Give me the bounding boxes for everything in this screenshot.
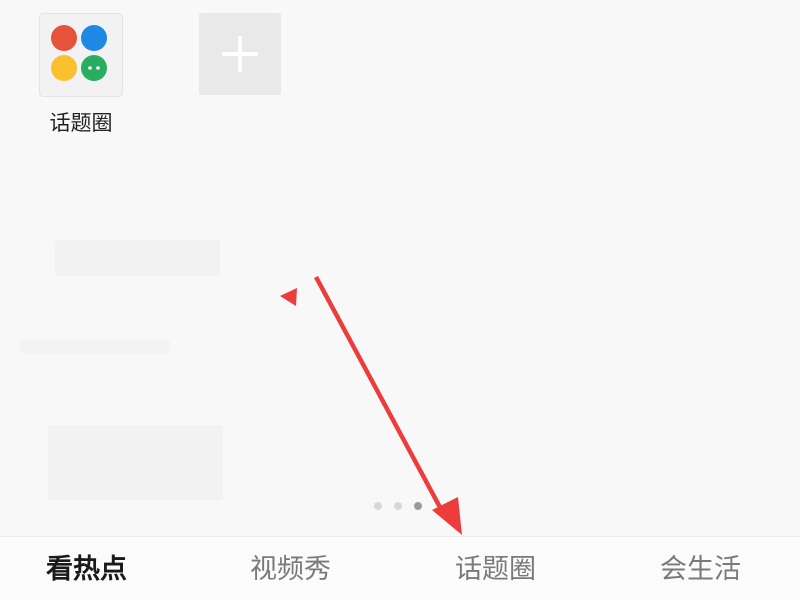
add-app-button[interactable] xyxy=(199,13,281,95)
screen: 话题圈 看热点 视频秀 话题圈 会生活 xyxy=(0,0,800,600)
pager-dot[interactable] xyxy=(374,502,382,510)
yellow-dot-icon xyxy=(51,55,77,81)
pager-dot-active[interactable] xyxy=(414,502,422,510)
tab-hot[interactable]: 看热点 xyxy=(46,553,127,587)
ghost-card xyxy=(48,425,223,500)
ghost-line xyxy=(20,340,170,354)
carousel-pager xyxy=(372,500,432,512)
ghost-bar xyxy=(55,240,220,276)
red-arrow-shaft xyxy=(314,276,444,512)
blue-dot-icon xyxy=(81,25,107,51)
topic-circle-app-label[interactable]: 话题圈 xyxy=(40,110,122,136)
tab-life[interactable]: 会生活 xyxy=(660,553,741,587)
tab-topic-circle[interactable]: 话题圈 xyxy=(455,553,536,587)
plus-icon xyxy=(222,36,258,72)
chat-bubble-icon xyxy=(81,55,107,81)
red-arrow-head xyxy=(432,497,462,535)
small-red-pointer-icon xyxy=(280,288,297,306)
bottom-tab-bar: 看热点 视频秀 话题圈 会生活 xyxy=(0,536,800,600)
tab-video[interactable]: 视频秀 xyxy=(250,553,331,587)
topic-circle-app-icon[interactable] xyxy=(50,24,112,86)
red-dot-icon xyxy=(51,25,77,51)
pager-dot[interactable] xyxy=(394,502,402,510)
